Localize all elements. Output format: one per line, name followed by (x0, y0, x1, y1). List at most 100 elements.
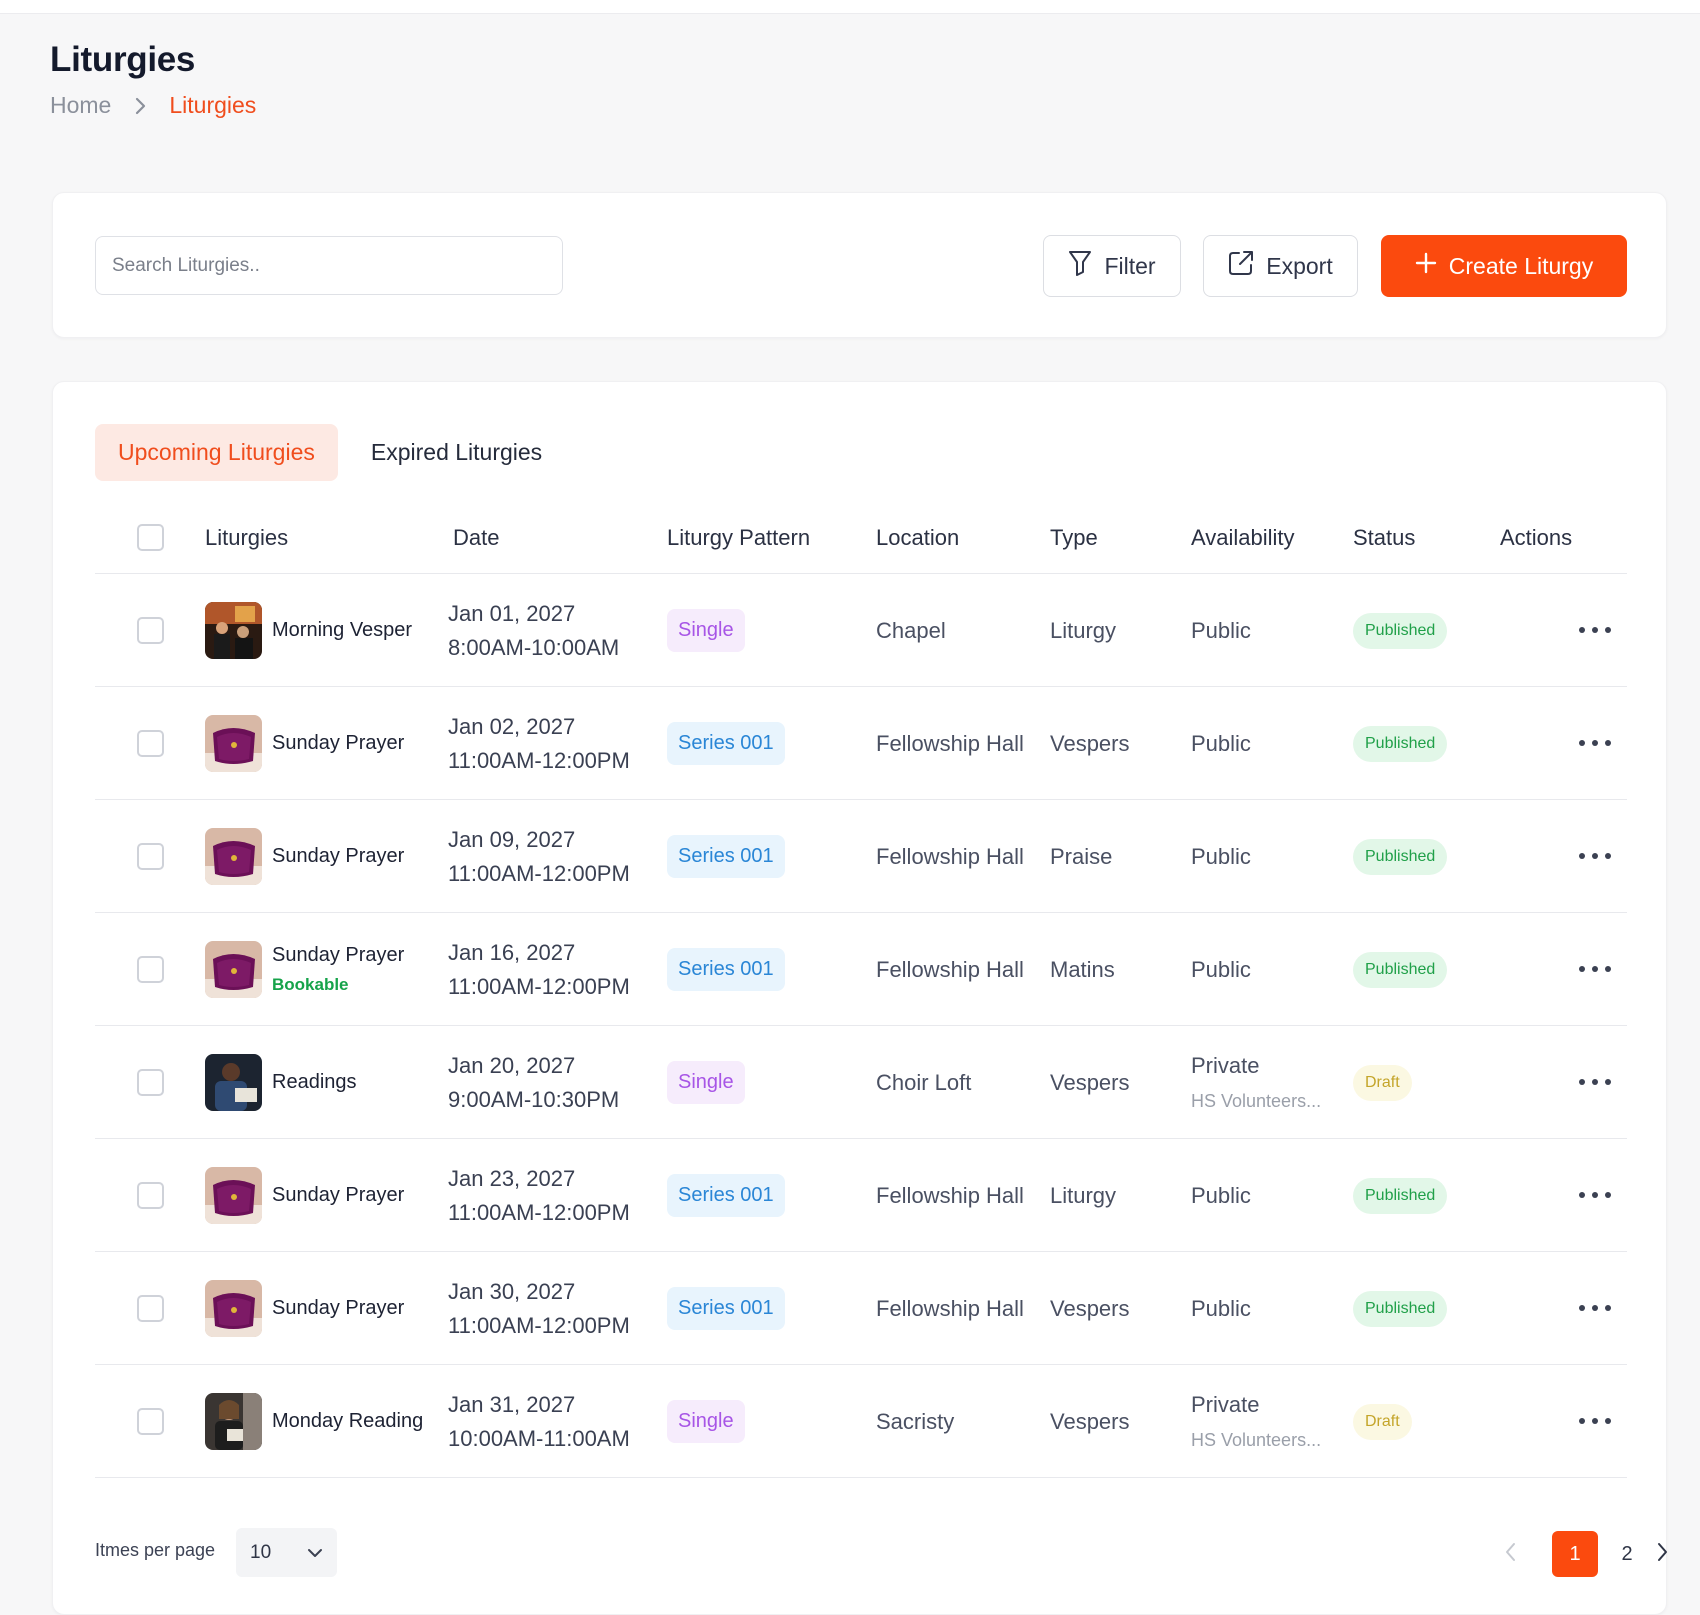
more-actions-icon[interactable] (1579, 844, 1611, 868)
liturgy-time: 9:00AM-10:30PM (448, 1086, 620, 1112)
liturgy-thumbnail (205, 941, 262, 998)
more-actions-icon[interactable] (1579, 1296, 1611, 1320)
chevron-down-icon (307, 1542, 323, 1564)
more-actions-icon[interactable] (1579, 731, 1611, 755)
liturgy-type: Liturgy (1050, 617, 1117, 643)
liturgy-cell: Sunday Prayer (272, 800, 404, 913)
liturgy-name[interactable]: Monday Reading (272, 1410, 423, 1433)
column-header-date[interactable]: Date (453, 502, 499, 574)
liturgy-name[interactable]: Sunday Prayer (272, 845, 404, 868)
more-actions-icon[interactable] (1579, 1409, 1611, 1433)
liturgy-date: Jan 09, 2027 (448, 826, 576, 852)
liturgy-name[interactable]: Morning Vesper (272, 619, 412, 642)
filter-button[interactable]: Filter (1043, 235, 1181, 297)
type-cell: Vespers (1050, 687, 1130, 800)
liturgy-date: Jan 02, 2027 (448, 713, 576, 739)
pattern-pill: Series 001 (667, 1174, 785, 1217)
liturgy-name[interactable]: Sunday Prayer (272, 1297, 404, 1320)
row-checkbox[interactable] (137, 617, 164, 644)
export-button[interactable]: Export (1203, 235, 1358, 297)
liturgy-location: Sacristy (876, 1408, 955, 1434)
column-header-status[interactable]: Status (1353, 502, 1415, 574)
bookable-label: Bookable (272, 975, 349, 994)
page-1-button[interactable]: 1 (1552, 1531, 1598, 1577)
column-header-availability[interactable]: Availability (1191, 502, 1295, 574)
more-actions-icon[interactable] (1579, 1183, 1611, 1207)
more-actions-icon[interactable] (1579, 1070, 1611, 1094)
liturgy-cell: Readings (272, 1026, 357, 1139)
table-row[interactable]: Monday Reading Jan 31, 2027 10:00AM-11:00A… (95, 1365, 1627, 1478)
select-all-checkbox[interactable] (137, 524, 164, 551)
availability-cell: Private HS Volunteers... (1191, 1365, 1321, 1478)
status-badge: Published (1353, 1290, 1448, 1327)
create-liturgy-button[interactable]: Create Liturgy (1381, 235, 1627, 297)
availability-cell: Public (1191, 1252, 1251, 1365)
items-per-page-select[interactable]: 10 (236, 1528, 337, 1577)
row-checkbox[interactable] (137, 730, 164, 757)
filter-label: Filter (1104, 252, 1156, 279)
liturgy-availability: Public (1191, 843, 1251, 869)
availability-group: HS Volunteers... (1191, 1091, 1322, 1111)
pattern-cell: Single (667, 1026, 745, 1139)
export-label: Export (1266, 252, 1333, 279)
search-input[interactable] (95, 236, 563, 295)
toolbar-card: Filter Export Create Liturgy (52, 192, 1667, 338)
liturgy-name[interactable]: Readings (272, 1071, 357, 1094)
status-badge: Draft (1353, 1403, 1412, 1440)
more-actions-icon[interactable] (1579, 957, 1611, 981)
pattern-cell: Series 001 (667, 800, 785, 913)
table-row[interactable]: Sunday Prayer Jan 09, 2027 11:00AM-12:00PM… (95, 800, 1627, 913)
liturgy-availability: Public (1191, 1295, 1251, 1321)
pattern-pill: Single (667, 609, 745, 652)
pattern-cell: Single (667, 574, 745, 687)
pattern-cell: Single (667, 1365, 745, 1478)
liturgy-name[interactable]: Sunday Prayer (272, 1184, 404, 1207)
location-cell: Fellowship Hall (876, 800, 1024, 913)
column-header-liturgies[interactable]: Liturgies (205, 502, 288, 574)
column-header-liturgy-pattern[interactable]: Liturgy Pattern (667, 502, 810, 574)
page-2-button[interactable]: 2 (1604, 1531, 1650, 1577)
column-header-location[interactable]: Location (876, 502, 959, 574)
liturgy-date: Jan 23, 2027 (448, 1165, 576, 1191)
liturgy-time: 11:00AM-12:00PM (448, 1312, 630, 1338)
tab-expired-liturgies[interactable]: Expired Liturgies (348, 424, 565, 481)
table-row[interactable]: Sunday Prayer Jan 23, 2027 11:00AM-12:00PM… (95, 1139, 1627, 1252)
liturgy-cell: Morning Vesper (272, 574, 412, 687)
row-checkbox[interactable] (137, 1295, 164, 1322)
row-checkbox[interactable] (137, 956, 164, 983)
row-checkbox[interactable] (137, 1408, 164, 1435)
liturgy-date: Jan 16, 2027 (448, 939, 576, 965)
tab-upcoming-liturgies[interactable]: Upcoming Liturgies (95, 424, 338, 481)
liturgy-availability: Public (1191, 617, 1251, 643)
status-badge: Published (1353, 725, 1448, 762)
table-row[interactable]: Sunday Prayer Bookable Jan 16, 2027 11:00AM… (95, 913, 1627, 1026)
table-row[interactable]: Sunday Prayer Jan 02, 2027 11:00AM-12:00PM… (95, 687, 1627, 800)
status-cell: Draft (1353, 1026, 1412, 1139)
pattern-pill: Series 001 (667, 948, 785, 991)
liturgy-name[interactable]: Sunday Prayer (272, 944, 404, 967)
availability-cell: Public (1191, 574, 1251, 687)
previous-page-icon[interactable] (1505, 1542, 1517, 1567)
column-header-type[interactable]: Type (1050, 502, 1098, 574)
liturgy-type: Vespers (1050, 1069, 1130, 1095)
date-cell: Jan 01, 2027 8:00AM-10:00AM (448, 574, 619, 687)
liturgy-location: Fellowship Hall (876, 1295, 1024, 1321)
table-row[interactable]: Sunday Prayer Jan 30, 2027 11:00AM-12:00PM… (95, 1252, 1627, 1365)
pattern-pill: Series 001 (667, 835, 785, 878)
table-row[interactable]: Readings Jan 20, 2027 9:00AM-10:30PM Single… (95, 1026, 1627, 1139)
table-row[interactable]: Morning Vesper Jan 01, 2027 8:00AM-10:00AM… (95, 574, 1627, 687)
liturgy-name[interactable]: Sunday Prayer (272, 732, 404, 755)
date-cell: Jan 16, 2027 11:00AM-12:00PM (448, 913, 630, 1026)
status-badge: Published (1353, 951, 1448, 988)
liturgy-cell: Sunday Prayer Bookable (272, 913, 404, 1026)
row-checkbox[interactable] (137, 1069, 164, 1096)
breadcrumb-home[interactable]: Home (50, 92, 111, 119)
more-actions-icon[interactable] (1579, 618, 1611, 642)
status-cell: Published (1353, 800, 1448, 913)
table-header: Liturgies Date Liturgy Pattern Location … (95, 502, 1627, 574)
row-checkbox[interactable] (137, 843, 164, 870)
row-checkbox[interactable] (137, 1182, 164, 1209)
status-cell: Draft (1353, 1365, 1412, 1478)
top-bar (0, 0, 1700, 14)
next-page-icon[interactable] (1656, 1542, 1668, 1567)
